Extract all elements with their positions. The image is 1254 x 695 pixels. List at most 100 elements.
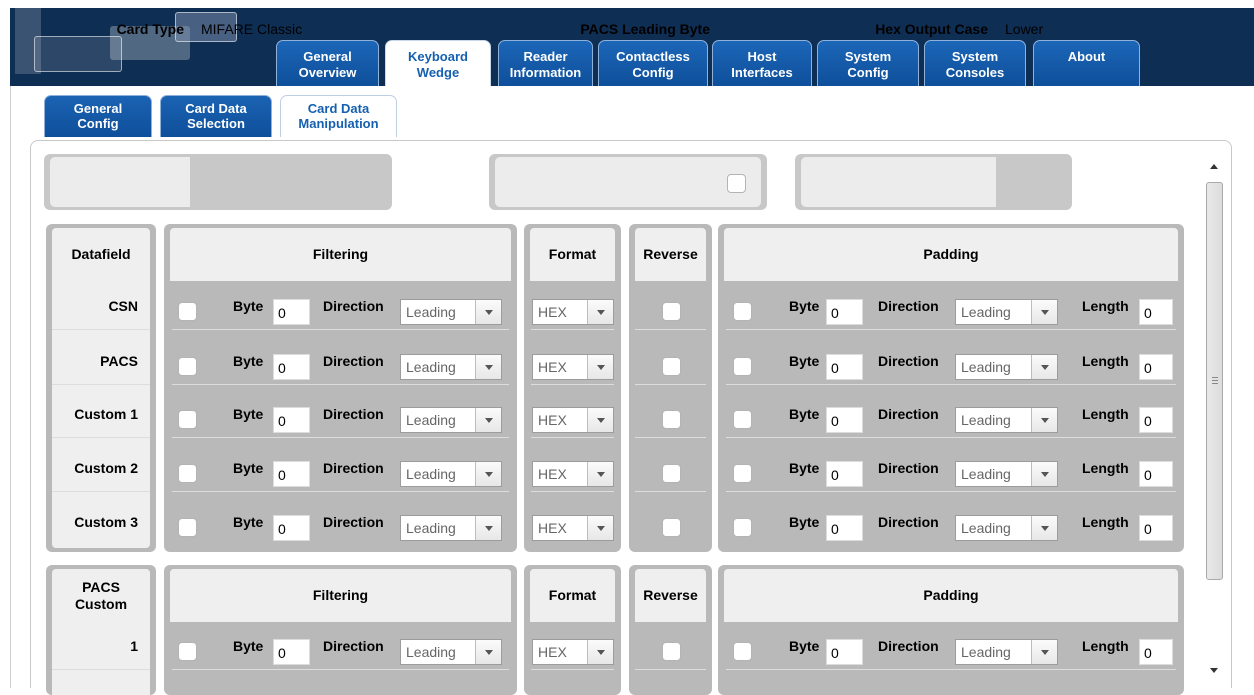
pad-length-input[interactable]: 0 — [1139, 407, 1173, 433]
pad-byte-input[interactable]: 0 — [826, 515, 863, 541]
reverse-checkbox[interactable] — [662, 302, 681, 321]
chevron-down-icon[interactable] — [587, 355, 613, 379]
pad-length-input[interactable]: 0 — [1139, 354, 1173, 380]
padding-enable-checkbox[interactable] — [733, 464, 752, 483]
tab-system-consoles[interactable]: System Consoles — [924, 40, 1026, 86]
filter-enable-checkbox[interactable] — [178, 642, 197, 661]
chevron-down-icon[interactable] — [587, 640, 613, 664]
filter-direction-select[interactable]: Leading — [400, 461, 502, 487]
filter-enable-checkbox[interactable] — [178, 518, 197, 537]
format-select-value: HEX — [538, 466, 567, 482]
length-label: Length — [1082, 406, 1129, 422]
tab-reader-information[interactable]: Reader Information — [498, 40, 593, 86]
chevron-down-icon[interactable] — [475, 355, 501, 379]
tab-keyboard-wedge[interactable]: Keyboard Wedge — [385, 40, 491, 86]
pad-byte-input[interactable]: 0 — [826, 461, 863, 487]
filter-byte-input[interactable]: 0 — [273, 299, 310, 325]
padding-enable-checkbox[interactable] — [733, 410, 752, 429]
chevron-down-icon[interactable] — [587, 408, 613, 432]
byte-label: Byte — [789, 460, 820, 476]
direction-label: Direction — [878, 353, 939, 369]
tab-contactless-config[interactable]: Contactless Config — [598, 40, 708, 86]
filter-enable-checkbox[interactable] — [178, 410, 197, 429]
format-select[interactable]: HEX — [532, 407, 614, 433]
chevron-down-icon[interactable] — [1031, 516, 1057, 540]
pad-direction-select[interactable]: Leading — [955, 461, 1058, 487]
reverse-checkbox[interactable] — [662, 642, 681, 661]
pad-length-input[interactable]: 0 — [1139, 461, 1173, 487]
chevron-down-icon[interactable] — [587, 300, 613, 324]
chevron-down-icon[interactable] — [1031, 408, 1057, 432]
pad-byte-input[interactable]: 0 — [826, 299, 863, 325]
byte-label: Byte — [789, 514, 820, 530]
format-select[interactable]: HEX — [532, 354, 614, 380]
tab-system-config[interactable]: System Config — [817, 40, 919, 86]
pad-direction-select[interactable]: Leading — [955, 515, 1058, 541]
chevron-down-icon[interactable] — [1031, 462, 1057, 486]
format-select[interactable]: HEX — [532, 299, 614, 325]
scroll-up-icon[interactable] — [1204, 158, 1224, 174]
padding-enable-checkbox[interactable] — [733, 518, 752, 537]
padding-enable-checkbox[interactable] — [733, 357, 752, 376]
filter-byte-input[interactable]: 0 — [273, 461, 310, 487]
subtab-card-data-manipulation[interactable]: Card Data Manipulation — [280, 95, 397, 137]
pad-direction-select[interactable]: Leading — [955, 354, 1058, 380]
filter-direction-select[interactable]: Leading — [400, 515, 502, 541]
filter-byte-input[interactable]: 0 — [273, 639, 310, 665]
filter-enable-checkbox[interactable] — [178, 357, 197, 376]
filter-direction-select[interactable]: Leading — [400, 354, 502, 380]
hex-output-case-value: Lower — [1005, 21, 1044, 37]
chevron-down-icon[interactable] — [475, 300, 501, 324]
filter-byte-input[interactable]: 0 — [273, 515, 310, 541]
pad-direction-select[interactable]: Leading — [955, 639, 1058, 665]
filter-byte-input[interactable]: 0 — [273, 407, 310, 433]
filter-direction-select[interactable]: Leading — [400, 299, 502, 325]
pad-length-input[interactable]: 0 — [1139, 515, 1173, 541]
filter-direction-select-value: Leading — [406, 520, 456, 536]
pacs-leading-byte-checkbox[interactable] — [727, 174, 746, 193]
format-select[interactable]: HEX — [532, 461, 614, 487]
pad-length-input[interactable]: 0 — [1139, 639, 1173, 665]
padding-enable-checkbox[interactable] — [733, 302, 752, 321]
reverse-checkbox[interactable] — [662, 410, 681, 429]
filter-enable-checkbox[interactable] — [178, 464, 197, 483]
pad-byte-input[interactable]: 0 — [826, 639, 863, 665]
reverse-checkbox[interactable] — [662, 518, 681, 537]
chevron-down-icon[interactable] — [475, 640, 501, 664]
subtab-general-config[interactable]: General Config — [44, 95, 152, 137]
scrollbar-thumb[interactable] — [1206, 182, 1223, 580]
filter-direction-select[interactable]: Leading — [400, 407, 502, 433]
pad-direction-select[interactable]: Leading — [955, 299, 1058, 325]
tab-about[interactable]: About — [1033, 40, 1140, 86]
chevron-down-icon[interactable] — [587, 462, 613, 486]
subtab-card-data-selection[interactable]: Card Data Selection — [160, 95, 272, 137]
pad-length-input[interactable]: 0 — [1139, 299, 1173, 325]
direction-label: Direction — [878, 406, 939, 422]
scroll-down-icon[interactable] — [1204, 662, 1224, 678]
filter-direction-select[interactable]: Leading — [400, 639, 502, 665]
chevron-down-icon[interactable] — [475, 516, 501, 540]
byte-label: Byte — [233, 638, 264, 654]
padding-enable-checkbox[interactable] — [733, 642, 752, 661]
chevron-down-icon[interactable] — [1031, 355, 1057, 379]
row-label: Custom 2 — [74, 460, 138, 476]
pad-direction-select[interactable]: Leading — [955, 407, 1058, 433]
tab-host-interfaces[interactable]: Host Interfaces — [712, 40, 812, 86]
chevron-down-icon[interactable] — [1031, 300, 1057, 324]
filter-enable-checkbox[interactable] — [178, 302, 197, 321]
chevron-down-icon[interactable] — [1031, 640, 1057, 664]
row-divider — [52, 491, 150, 492]
chevron-down-icon[interactable] — [587, 516, 613, 540]
pad-byte-input[interactable]: 0 — [826, 354, 863, 380]
filter-byte-input[interactable]: 0 — [273, 354, 310, 380]
chevron-down-icon[interactable] — [475, 462, 501, 486]
length-label: Length — [1082, 353, 1129, 369]
reverse-checkbox[interactable] — [662, 464, 681, 483]
reverse-checkbox[interactable] — [662, 357, 681, 376]
pad-byte-input[interactable]: 0 — [826, 407, 863, 433]
chevron-down-icon[interactable] — [475, 408, 501, 432]
format-select[interactable]: HEX — [532, 515, 614, 541]
tab-general-overview[interactable]: General Overview — [276, 40, 379, 86]
vertical-scrollbar[interactable] — [1204, 158, 1224, 678]
format-select[interactable]: HEX — [532, 639, 614, 665]
